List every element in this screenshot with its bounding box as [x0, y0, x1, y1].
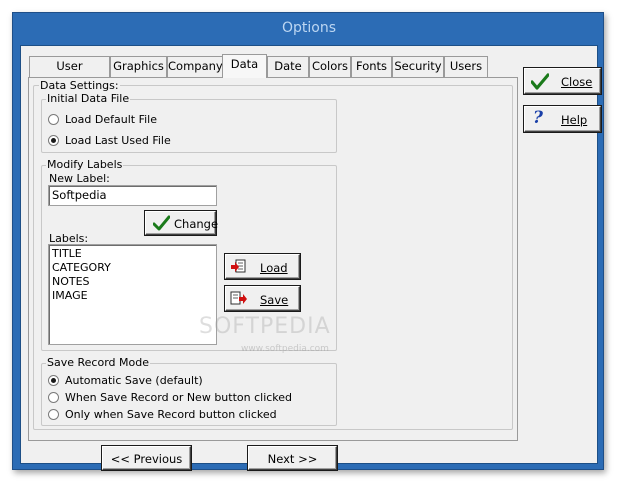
load-default-file-label: Load Default File [65, 113, 157, 126]
options-window: Options User Interface Graphics Company … [12, 12, 604, 470]
save-on-record-only-radio[interactable] [48, 409, 59, 420]
list-item[interactable]: NOTES [52, 275, 90, 288]
load-last-used-file-radio[interactable] [48, 135, 59, 146]
initial-data-file-label: Initial Data File [46, 92, 131, 105]
tab-user-interface[interactable]: User Interface [29, 56, 110, 92]
close-button-label: Close [561, 75, 593, 89]
automatic-save-label: Automatic Save (default) [65, 374, 203, 387]
softpedia-watermark-url: www.softpedia.com [241, 344, 329, 354]
tab-security[interactable]: Security [392, 56, 444, 77]
tab-fonts[interactable]: Fonts [351, 56, 392, 77]
save-on-record-or-new-radio[interactable] [48, 392, 59, 403]
previous-button[interactable]: << Previous [102, 446, 191, 470]
save-record-mode-label: Save Record Mode [46, 356, 150, 369]
save-button[interactable]: Save [225, 286, 300, 311]
softpedia-watermark: SOFTPEDIA [199, 314, 331, 339]
load-document-icon [231, 259, 246, 273]
next-button[interactable]: Next >> [248, 446, 337, 470]
change-button-label: Change [174, 217, 219, 231]
load-default-file-radio[interactable] [48, 114, 59, 125]
help-question-icon: ? [533, 108, 543, 128]
save-on-record-or-new-label: When Save Record or New button clicked [65, 391, 293, 404]
window-title: Options [281, 20, 337, 36]
checkmark-icon [531, 73, 549, 90]
list-item[interactable]: IMAGE [52, 289, 88, 302]
save-document-icon [230, 291, 247, 305]
tab-date[interactable]: Date [267, 56, 309, 77]
close-button[interactable]: Close [524, 68, 601, 94]
previous-button-label: << Previous [110, 452, 183, 466]
tab-colors[interactable]: Colors [309, 56, 351, 77]
checkmark-icon [153, 215, 170, 231]
data-tab-panel: Data Settings: Initial Data File Load De… [28, 77, 518, 441]
next-button-label: Next >> [267, 452, 318, 466]
automatic-save-radio[interactable] [48, 375, 59, 386]
modify-labels-label: Modify Labels [46, 158, 124, 171]
new-label-value: Softpedia [52, 188, 107, 202]
save-button-label: Save [260, 293, 289, 307]
dialog-client-area: User Interface Graphics Company Data Dat… [20, 45, 601, 470]
tab-graphics[interactable]: Graphics [110, 56, 167, 77]
change-button[interactable]: Change [145, 211, 219, 235]
new-label-input[interactable]: Softpedia [48, 185, 217, 206]
tab-users[interactable]: Users [444, 56, 488, 77]
list-item[interactable]: TITLE [52, 247, 82, 260]
new-label-caption: New Label: [49, 172, 110, 185]
help-button-label: Help [561, 113, 588, 127]
save-on-record-only-label: Only when Save Record button clicked [65, 408, 277, 421]
load-button[interactable]: Load [225, 254, 300, 279]
load-button-label: Load [260, 261, 288, 275]
tab-data[interactable]: Data [222, 54, 267, 78]
labels-listbox[interactable]: TITLE CATEGORY NOTES IMAGE [48, 244, 217, 345]
help-button[interactable]: ? Help [524, 106, 601, 132]
list-item[interactable]: CATEGORY [52, 261, 111, 274]
load-last-used-file-label: Load Last Used File [65, 134, 171, 147]
tab-company[interactable]: Company [167, 56, 223, 77]
data-settings-label: Data Settings: [39, 79, 120, 92]
